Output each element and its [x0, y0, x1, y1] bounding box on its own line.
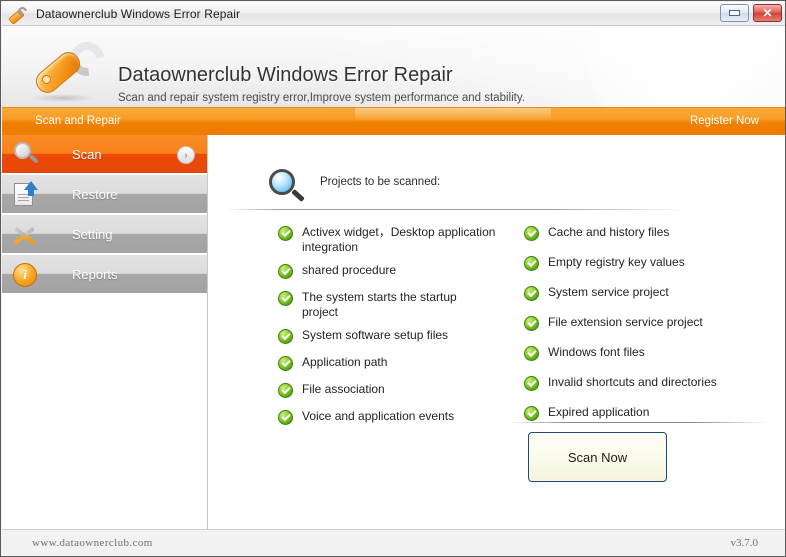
title-bar: Dataownerclub Windows Error Repair ✕: [2, 2, 785, 26]
list-item-label: Empty registry key values: [548, 255, 685, 269]
panel-heading-row: Projects to be scanned:: [263, 165, 743, 215]
sidebar-item-reports[interactable]: i Reports: [2, 255, 207, 293]
main-panel: Projects to be scanned: Activex widget，D…: [208, 135, 785, 529]
app-title: Dataownerclub Windows Error Repair: [118, 64, 453, 86]
blue-magnifier-handle-icon: [291, 188, 305, 203]
wrench-icon: [7, 4, 29, 25]
list-item-label: System software setup files: [302, 328, 449, 342]
list-item[interactable]: Expired application: [524, 405, 742, 423]
check-icon: [278, 264, 293, 279]
check-icon: [278, 226, 293, 241]
list-item-label: Invalid shortcuts and directories: [548, 375, 717, 389]
sidebar-item-restore[interactable]: Restore: [2, 175, 207, 213]
minimize-icon: [729, 10, 740, 16]
list-item[interactable]: shared procedure: [278, 263, 496, 281]
sidebar-item-label: Scan: [72, 146, 102, 162]
list-item-label: shared procedure: [302, 263, 397, 277]
tools-icon: [2, 215, 48, 253]
sidebar: Scan › Restore Setting i Reports: [2, 135, 208, 529]
list-item[interactable]: Voice and application events: [278, 409, 496, 427]
section-label: Scan and Repair: [35, 115, 121, 127]
list-item[interactable]: File association: [278, 382, 496, 400]
check-icon: [524, 256, 539, 271]
list-item-label: System service project: [548, 285, 669, 299]
restore-icon: [2, 175, 48, 213]
heading-divider: [226, 209, 686, 210]
scan-items-columns: Activex widget，Desktop application integ…: [278, 225, 778, 436]
check-icon: [524, 406, 539, 421]
scan-items-right-column: Cache and history files Empty registry k…: [524, 225, 742, 436]
list-item-label: File extension service project: [548, 315, 703, 329]
list-item-label: Voice and application events: [302, 409, 455, 423]
list-item-label: Application path: [302, 355, 388, 369]
sidebar-item-label: Reports: [72, 266, 118, 282]
list-item-label: Cache and history files: [548, 225, 670, 239]
register-now-link[interactable]: Register Now: [690, 115, 759, 127]
list-item[interactable]: System service project: [524, 285, 742, 303]
check-icon: [278, 329, 293, 344]
status-bar: www.dataownerclub.com v3.7.0: [2, 529, 785, 556]
button-divider: [508, 422, 768, 423]
check-icon: [524, 376, 539, 391]
list-item[interactable]: Empty registry key values: [524, 255, 742, 273]
list-item[interactable]: Windows font files: [524, 345, 742, 363]
list-item[interactable]: The system starts the startup project: [278, 290, 496, 319]
check-icon: [278, 356, 293, 371]
list-item[interactable]: File extension service project: [524, 315, 742, 333]
minimize-button[interactable]: [720, 4, 749, 22]
application-window: Dataownerclub Windows Error Repair ✕ Dat…: [0, 0, 786, 557]
wrench-logo-icon: [30, 35, 114, 104]
list-item-label: Activex widget，Desktop application integ…: [302, 225, 496, 254]
check-icon: [524, 316, 539, 331]
close-button[interactable]: ✕: [753, 4, 782, 22]
window-controls: ✕: [720, 4, 782, 22]
scan-now-button[interactable]: Scan Now: [528, 432, 667, 482]
sidebar-item-setting[interactable]: Setting: [2, 215, 207, 253]
website-label: www.dataownerclub.com: [32, 537, 153, 549]
list-item-label: The system starts the startup project: [302, 290, 457, 319]
list-item-label: Windows font files: [548, 345, 645, 359]
list-item-label: File association: [302, 382, 385, 396]
check-icon: [524, 286, 539, 301]
list-item[interactable]: Activex widget，Desktop application integ…: [278, 225, 496, 254]
list-item[interactable]: Invalid shortcuts and directories: [524, 375, 742, 393]
scan-items-left-column: Activex widget，Desktop application integ…: [278, 225, 496, 436]
list-item-label: Expired application: [548, 405, 650, 419]
page-title: Projects to be scanned:: [320, 176, 441, 188]
sidebar-item-scan[interactable]: Scan ›: [2, 135, 207, 173]
check-icon: [278, 410, 293, 425]
app-header: Dataownerclub Windows Error Repair Scan …: [2, 26, 785, 107]
check-icon: [524, 346, 539, 361]
version-label: v3.7.0: [730, 537, 759, 549]
section-bar: Scan and Repair Register Now: [2, 107, 785, 136]
info-icon: i: [2, 255, 48, 293]
check-icon: [278, 383, 293, 398]
check-icon: [278, 291, 293, 306]
chevron-right-icon: ›: [177, 146, 195, 164]
check-icon: [524, 226, 539, 241]
list-item[interactable]: Cache and history files: [524, 225, 742, 243]
list-item[interactable]: System software setup files: [278, 328, 496, 346]
list-item[interactable]: Application path: [278, 355, 496, 373]
magnifier-icon: [2, 135, 48, 173]
window-title: Dataownerclub Windows Error Repair: [36, 6, 241, 21]
sidebar-item-label: Restore: [72, 186, 118, 202]
app-subtitle: Scan and repair system registry error,Im…: [118, 92, 525, 104]
sidebar-item-label: Setting: [72, 226, 113, 242]
